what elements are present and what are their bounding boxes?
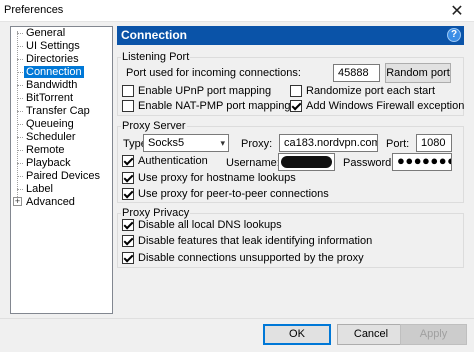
proxy-server-group-label: Proxy Server (121, 120, 187, 132)
checkbox-box-checked[interactable] (122, 252, 134, 264)
disable-dns-label: Disable all local DNS lookups (138, 219, 282, 231)
sidebar-item-advanced[interactable]: Advanced (24, 196, 77, 208)
ok-button[interactable]: OK (263, 324, 331, 345)
checkbox-box[interactable] (290, 85, 302, 97)
tree-connector (17, 98, 23, 99)
sidebar-item-connection[interactable]: Connection (24, 66, 84, 78)
checkbox-box-checked[interactable] (122, 235, 134, 247)
peer-connections-label: Use proxy for peer-to-peer connections (138, 188, 329, 200)
tree-connector (17, 176, 23, 177)
close-icon[interactable]: ✕ (440, 0, 474, 22)
tree-connector (17, 46, 23, 47)
hostname-lookups-label: Use proxy for hostname lookups (138, 172, 296, 184)
checkbox-box-checked[interactable] (122, 219, 134, 231)
help-icon[interactable]: ? (447, 28, 461, 42)
disable-unsupported-label: Disable connections unsupported by the p… (138, 252, 364, 264)
randomize-port-checkbox[interactable]: Randomize port each start (290, 85, 435, 97)
proxy-host-input[interactable]: ca183.nordvpn.com (279, 134, 378, 152)
tree-connector (17, 59, 23, 60)
sidebar-item-scheduler[interactable]: Scheduler (24, 131, 78, 143)
sidebar-item-playback[interactable]: Playback (24, 157, 73, 169)
listening-port-group-label: Listening Port (121, 51, 191, 63)
panel-title: Connection (121, 28, 187, 42)
password-input[interactable]: ●●●●●●● (392, 153, 452, 171)
sidebar-item-queueing[interactable]: Queueing (24, 118, 76, 130)
panel-header: Connection ? (117, 26, 464, 45)
proxy-port-label: Port: (386, 138, 410, 150)
peer-connections-checkbox[interactable]: Use proxy for peer-to-peer connections (122, 188, 329, 200)
redacted-username (281, 156, 332, 168)
chevron-down-icon: ▾ (220, 138, 225, 148)
proxy-port-input[interactable]: 1080 (416, 134, 452, 152)
checkbox-box-checked[interactable] (122, 188, 134, 200)
disable-leak-label: Disable features that leak identifying i… (138, 235, 373, 247)
sidebar-item-remote[interactable]: Remote (24, 144, 67, 156)
window-title: Preferences (4, 4, 64, 16)
apply-button[interactable]: Apply (400, 324, 467, 345)
preferences-tree[interactable]: General UI Settings Directories Connecti… (10, 26, 113, 314)
authentication-checkbox[interactable]: Authentication (122, 155, 208, 167)
enable-upnp-checkbox[interactable]: Enable UPnP port mapping (122, 85, 271, 97)
checkbox-box-checked[interactable] (122, 155, 134, 167)
proxy-type-select[interactable]: Socks5 ▾ (143, 134, 229, 152)
enable-natpmp-checkbox[interactable]: Enable NAT-PMP port mapping (122, 100, 290, 112)
tree-connector (17, 33, 23, 34)
disable-unsupported-checkbox[interactable]: Disable connections unsupported by the p… (122, 252, 364, 264)
tree-connector (17, 85, 23, 86)
authentication-label: Authentication (138, 155, 208, 167)
tree-connector (17, 137, 23, 138)
sidebar-item-paired-devices[interactable]: Paired Devices (24, 170, 102, 182)
checkbox-box-checked[interactable] (290, 100, 302, 112)
checkbox-box[interactable] (122, 85, 134, 97)
hostname-lookups-checkbox[interactable]: Use proxy for hostname lookups (122, 172, 296, 184)
password-label: Password: (343, 157, 395, 169)
tree-connector (17, 163, 23, 164)
proxy-type-value: Socks5 (148, 137, 185, 149)
tree-connector (17, 150, 23, 151)
proxy-privacy-group-label: Proxy Privacy (121, 207, 191, 219)
tree-connector (17, 111, 23, 112)
sidebar-item-label[interactable]: Label (24, 183, 55, 195)
tree-connector-line (17, 31, 18, 197)
proxy-label: Proxy: (241, 138, 273, 150)
sidebar-item-transfer-cap[interactable]: Transfer Cap (24, 105, 92, 117)
checkbox-box[interactable] (122, 100, 134, 112)
sidebar-item-ui-settings[interactable]: UI Settings (24, 40, 82, 52)
enable-upnp-label: Enable UPnP port mapping (138, 85, 272, 97)
firewall-exception-checkbox[interactable]: Add Windows Firewall exception (290, 100, 464, 112)
disable-dns-checkbox[interactable]: Disable all local DNS lookups (122, 219, 282, 231)
username-label: Username: (226, 157, 280, 169)
randomize-port-label: Randomize port each start (306, 85, 436, 97)
sidebar-item-bandwidth[interactable]: Bandwidth (24, 79, 79, 91)
username-input[interactable] (278, 153, 335, 171)
disable-leak-checkbox[interactable]: Disable features that leak identifying i… (122, 235, 372, 247)
sidebar-item-directories[interactable]: Directories (24, 53, 81, 65)
tree-connector (17, 72, 23, 73)
expand-plus-icon[interactable]: + (13, 197, 22, 206)
checkbox-box-checked[interactable] (122, 172, 134, 184)
sidebar-item-general[interactable]: General (24, 27, 67, 39)
title-bar: Preferences ✕ (0, 0, 474, 22)
cancel-button[interactable]: Cancel (337, 324, 405, 345)
port-label: Port used for incoming connections: (126, 67, 301, 79)
tree-connector (17, 189, 23, 190)
sidebar-item-bittorrent[interactable]: BitTorrent (24, 92, 75, 104)
tree-connector (17, 124, 23, 125)
firewall-exception-label: Add Windows Firewall exception (306, 100, 465, 112)
random-port-button[interactable]: Random port (385, 63, 451, 83)
port-input[interactable]: 45888 (333, 64, 380, 82)
enable-natpmp-label: Enable NAT-PMP port mapping (138, 100, 291, 112)
